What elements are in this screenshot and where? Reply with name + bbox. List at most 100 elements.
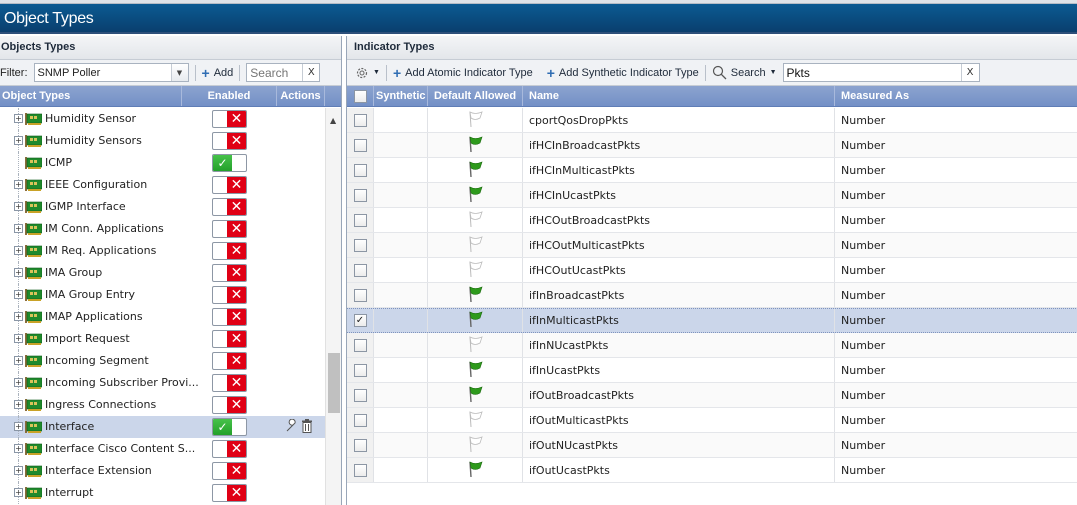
enabled-toggle[interactable]: ✓ xyxy=(212,154,247,172)
object-type-row[interactable]: + IM Req. Applications ✕ xyxy=(0,240,325,262)
enabled-toggle[interactable]: ✕ xyxy=(212,198,247,216)
filter-select[interactable]: SNMP Poller ▼ xyxy=(33,63,189,82)
row-checkbox[interactable] xyxy=(353,188,367,202)
enabled-toggle[interactable]: ✕ xyxy=(212,330,247,348)
object-type-row[interactable]: + Humidity Sensors ✕ xyxy=(0,130,325,152)
objects-search-input[interactable] xyxy=(247,65,303,80)
row-checkbox[interactable] xyxy=(353,463,367,477)
indicator-row[interactable]: ifHCOutUcastPkts Number xyxy=(347,258,1077,283)
column-default-allowed[interactable]: Default Allowed xyxy=(428,86,523,106)
indicator-row[interactable]: ✓ ifInMulticastPkts Number xyxy=(347,308,1077,333)
indicator-row[interactable]: ifHCInUcastPkts Number xyxy=(347,183,1077,208)
indicator-row[interactable]: ifInBroadcastPkts Number xyxy=(347,283,1077,308)
expand-icon[interactable]: + xyxy=(14,180,23,189)
enabled-toggle[interactable]: ✕ xyxy=(212,374,247,392)
enabled-toggle[interactable]: ✕ xyxy=(212,176,247,194)
enabled-toggle[interactable]: ✓ xyxy=(212,418,247,436)
expand-icon[interactable]: + xyxy=(14,136,23,145)
search-mode-button[interactable]: Search ▼ xyxy=(712,65,777,80)
add-object-type-button[interactable]: + Add xyxy=(202,66,234,80)
enabled-toggle[interactable]: ✕ xyxy=(212,242,247,260)
expand-icon[interactable]: + xyxy=(14,290,23,299)
column-name[interactable]: Name xyxy=(523,86,835,106)
row-checkbox-cell[interactable] xyxy=(347,133,374,157)
indicator-row[interactable]: ifHCInBroadcastPkts Number xyxy=(347,133,1077,158)
flag-empty-icon[interactable] xyxy=(467,210,483,231)
row-checkbox[interactable] xyxy=(353,238,367,252)
trash-icon[interactable] xyxy=(301,419,313,436)
object-type-row[interactable]: + Incoming Subscriber Provi... ✕ xyxy=(0,372,325,394)
object-type-row[interactable]: + IMAP Applications ✕ xyxy=(0,306,325,328)
row-checkbox-cell[interactable]: ✓ xyxy=(347,309,374,332)
flag-green-icon[interactable] xyxy=(467,385,483,406)
indicator-row[interactable]: ifInUcastPkts Number xyxy=(347,358,1077,383)
indicator-search-input[interactable] xyxy=(783,65,961,80)
enabled-toggle[interactable]: ✕ xyxy=(212,484,247,502)
clear-search-button[interactable]: X xyxy=(960,64,979,81)
row-checkbox[interactable] xyxy=(353,113,367,127)
column-measured-as[interactable]: Measured As xyxy=(835,86,1077,106)
expand-icon[interactable]: + xyxy=(14,246,23,255)
clear-search-button[interactable]: X xyxy=(302,64,319,81)
expand-icon[interactable]: + xyxy=(14,334,23,343)
row-checkbox-cell[interactable] xyxy=(347,408,374,432)
expand-icon[interactable]: + xyxy=(14,268,23,277)
flag-empty-icon[interactable] xyxy=(467,260,483,281)
row-checkbox-cell[interactable] xyxy=(347,358,374,382)
enabled-toggle[interactable]: ✕ xyxy=(212,110,247,128)
flag-empty-icon[interactable] xyxy=(467,235,483,256)
expand-icon[interactable]: + xyxy=(14,202,23,211)
indicator-row[interactable]: ifHCOutBroadcastPkts Number xyxy=(347,208,1077,233)
row-checkbox[interactable] xyxy=(353,288,367,302)
column-actions[interactable]: Actions xyxy=(277,86,325,106)
indicator-row[interactable]: cportQosDropPkts Number xyxy=(347,108,1077,133)
expand-icon[interactable]: + xyxy=(14,422,23,431)
expand-icon[interactable]: + xyxy=(14,488,23,497)
scroll-up-icon[interactable]: ▲ xyxy=(330,116,336,125)
row-checkbox[interactable] xyxy=(353,338,367,352)
object-type-row[interactable]: + Interface Cisco Content S... ✕ xyxy=(0,438,325,460)
object-type-row[interactable]: + IM Conn. Applications ✕ xyxy=(0,218,325,240)
flag-green-icon[interactable] xyxy=(467,135,483,156)
row-checkbox-cell[interactable] xyxy=(347,333,374,357)
enabled-toggle[interactable]: ✕ xyxy=(212,264,247,282)
column-synthetic[interactable]: Synthetic xyxy=(374,86,428,106)
row-checkbox[interactable] xyxy=(353,263,367,277)
row-checkbox[interactable] xyxy=(353,438,367,452)
flag-empty-icon[interactable] xyxy=(467,110,483,131)
enabled-toggle[interactable]: ✕ xyxy=(212,396,247,414)
flag-empty-icon[interactable] xyxy=(467,410,483,431)
row-checkbox[interactable] xyxy=(353,413,367,427)
enabled-toggle[interactable]: ✕ xyxy=(212,286,247,304)
expand-icon[interactable]: + xyxy=(14,444,23,453)
expand-icon[interactable]: + xyxy=(14,312,23,321)
indicator-row[interactable]: ifOutNUcastPkts Number xyxy=(347,433,1077,458)
enabled-toggle[interactable]: ✕ xyxy=(212,132,247,150)
flag-empty-icon[interactable] xyxy=(467,335,483,356)
column-enabled[interactable]: Enabled xyxy=(182,86,277,106)
row-checkbox[interactable] xyxy=(353,388,367,402)
expand-icon[interactable]: + xyxy=(14,356,23,365)
row-checkbox-cell[interactable] xyxy=(347,283,374,307)
scrollbar-thumb[interactable] xyxy=(328,353,340,413)
expand-icon[interactable]: + xyxy=(14,224,23,233)
row-checkbox[interactable] xyxy=(353,138,367,152)
chevron-down-icon[interactable]: ▼ xyxy=(170,64,188,81)
enabled-toggle[interactable]: ✕ xyxy=(212,352,247,370)
flag-green-icon[interactable] xyxy=(467,460,483,481)
flag-green-icon[interactable] xyxy=(467,310,483,331)
object-type-row[interactable]: + Humidity Sensor ✕ xyxy=(0,108,325,130)
expand-icon[interactable]: + xyxy=(14,400,23,409)
enabled-toggle[interactable]: ✕ xyxy=(212,462,247,480)
object-type-row[interactable]: + Ingress Connections ✕ xyxy=(0,394,325,416)
enabled-toggle[interactable]: ✕ xyxy=(212,220,247,238)
object-type-row[interactable]: + IMA Group ✕ xyxy=(0,262,325,284)
row-checkbox-cell[interactable] xyxy=(347,458,374,482)
row-checkbox-cell[interactable] xyxy=(347,208,374,232)
objects-scrollbar[interactable]: ▲ xyxy=(325,108,341,505)
indicator-row[interactable]: ifOutBroadcastPkts Number xyxy=(347,383,1077,408)
flag-empty-icon[interactable] xyxy=(467,435,483,456)
expand-icon[interactable]: + xyxy=(14,378,23,387)
row-checkbox[interactable] xyxy=(353,213,367,227)
row-checkbox-cell[interactable] xyxy=(347,233,374,257)
